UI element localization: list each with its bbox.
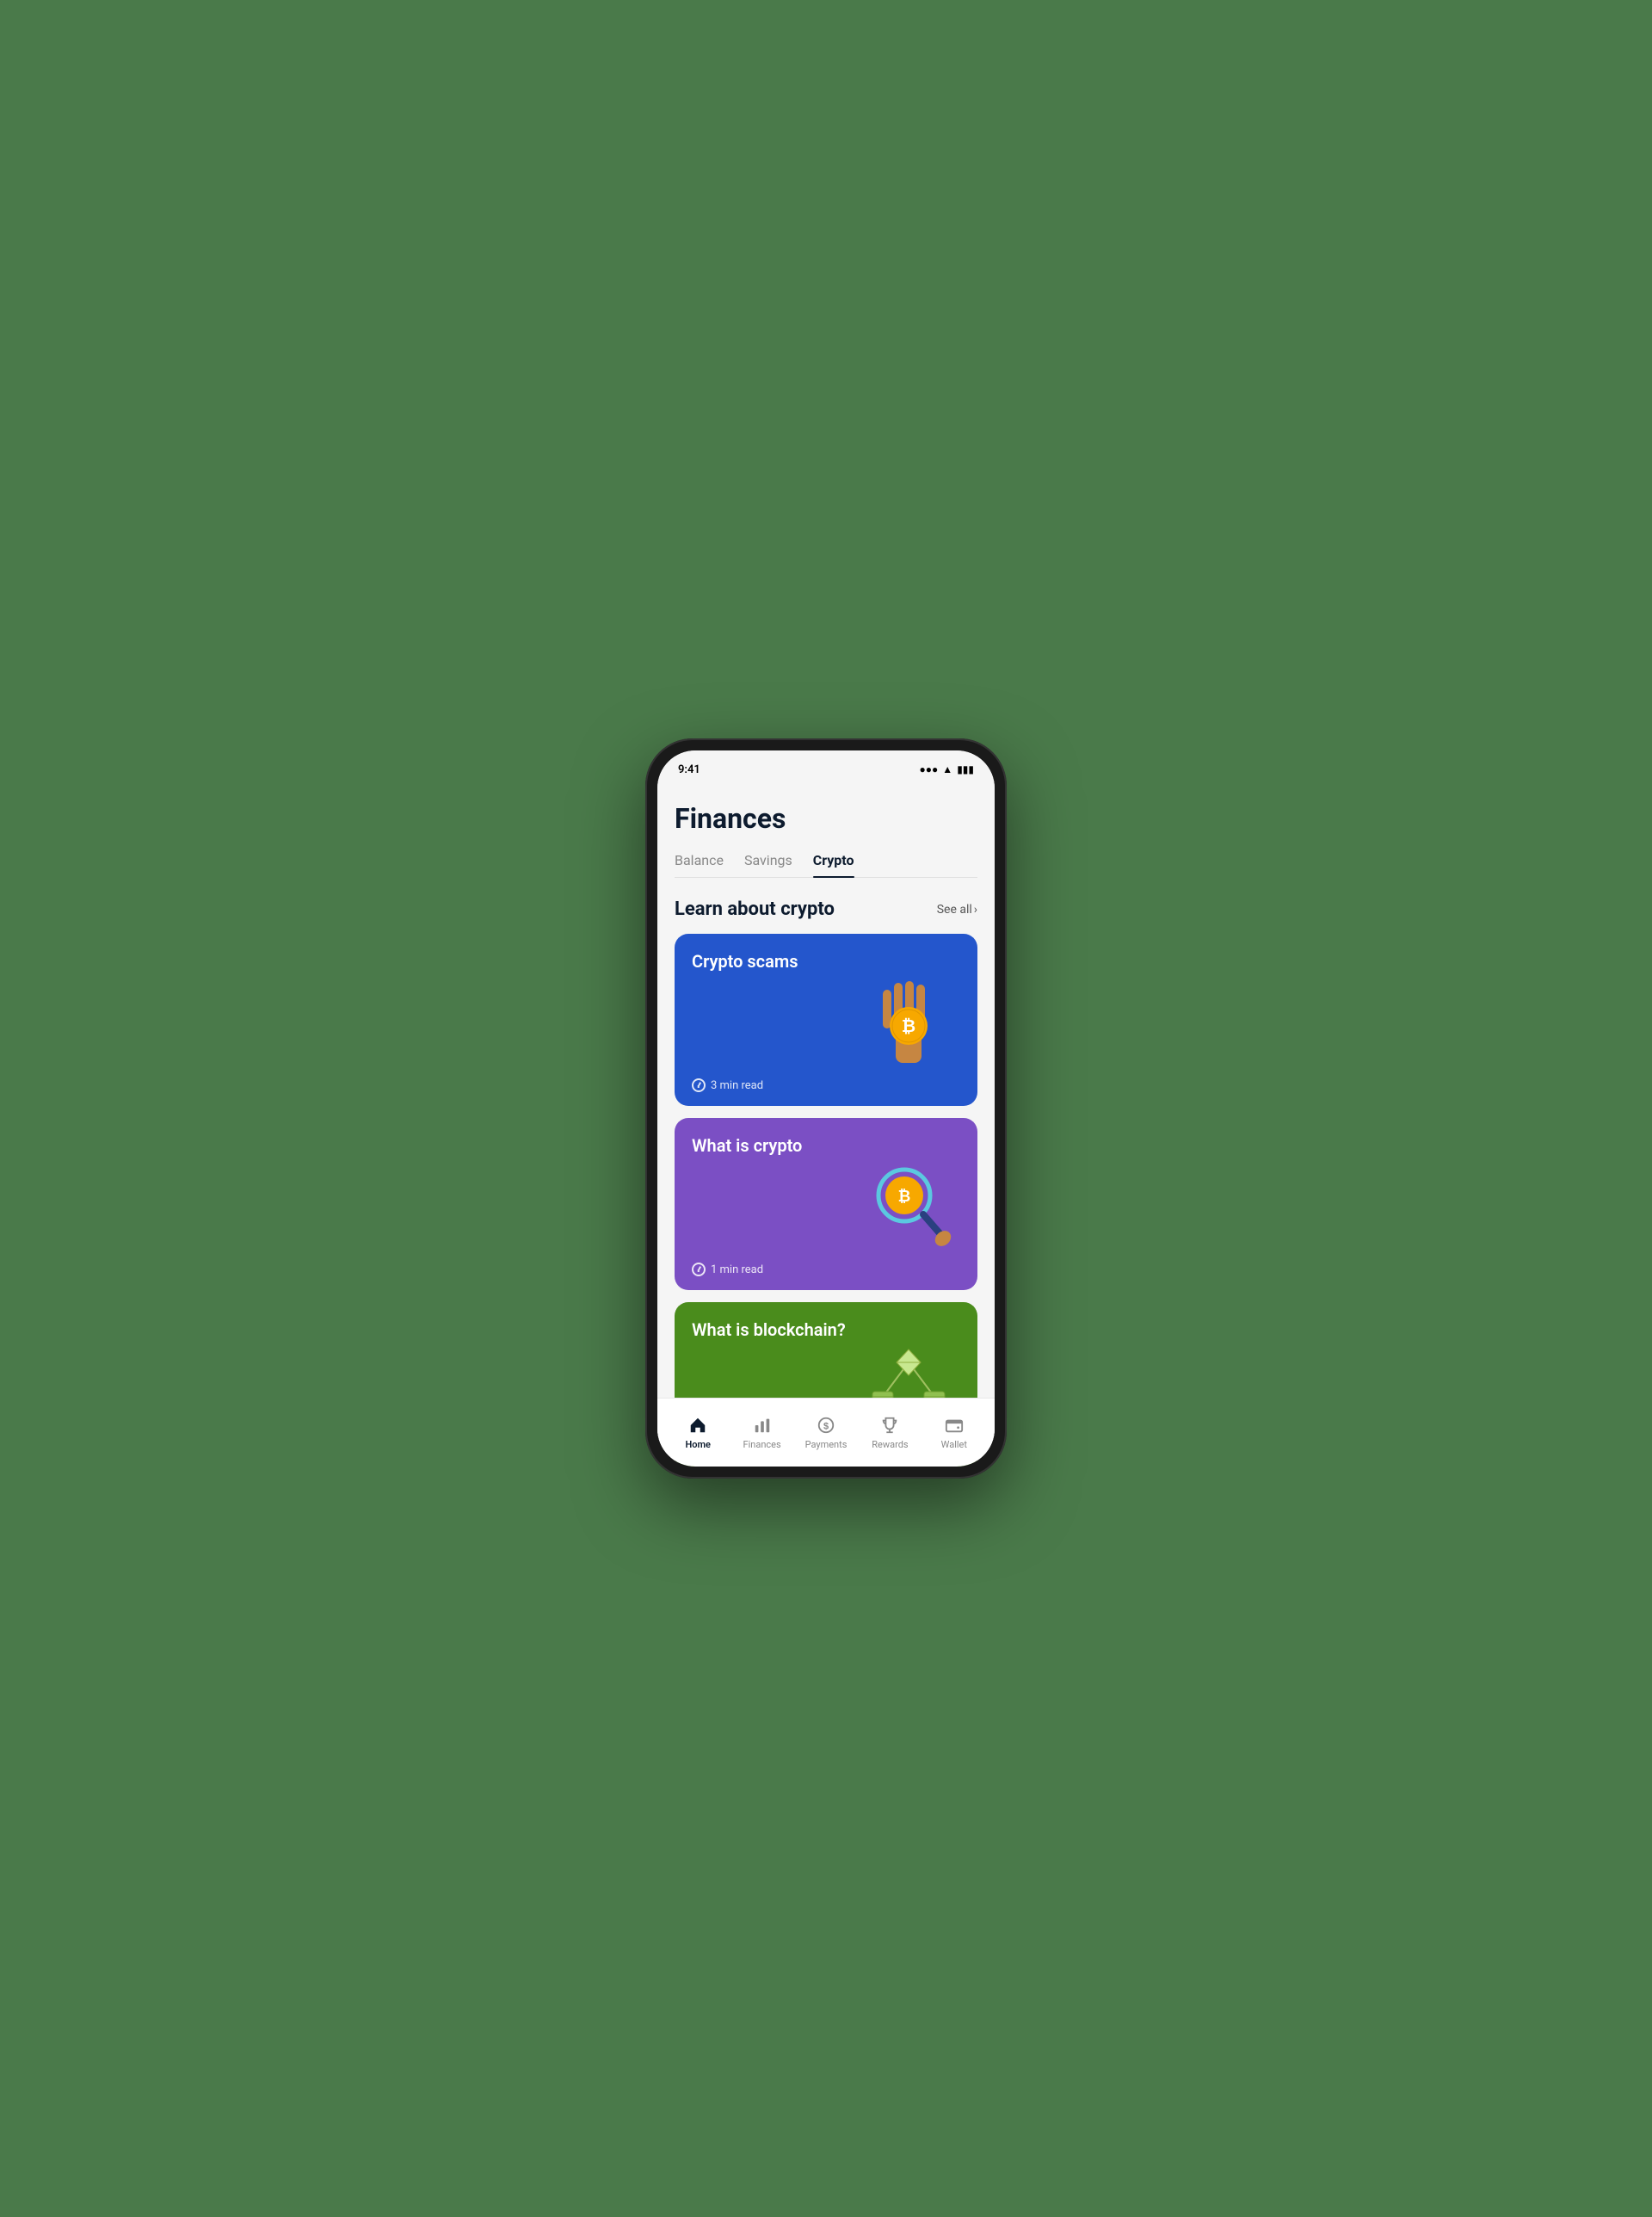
- magnifier-bitcoin-illustration: ₿: [840, 1118, 977, 1290]
- tab-balance[interactable]: Balance: [675, 852, 724, 877]
- card-content: Crypto scams: [675, 934, 977, 1106]
- battery-icon: ▮▮▮: [957, 763, 974, 775]
- clock-icon: [692, 1078, 706, 1092]
- section-header: Learn about crypto See all ›: [675, 899, 977, 920]
- card-content: What is crypto ₿: [675, 1118, 977, 1290]
- clock-icon: [692, 1263, 706, 1276]
- tab-crypto[interactable]: Crypto: [813, 852, 854, 877]
- tabs-container: Balance Savings Crypto: [675, 852, 977, 878]
- read-time: 1 min read: [711, 1263, 763, 1276]
- bar-chart-icon: [752, 1415, 773, 1436]
- nav-item-wallet[interactable]: Wallet: [922, 1415, 986, 1450]
- card-crypto-scams[interactable]: Crypto scams: [675, 934, 977, 1106]
- page-title: Finances: [675, 802, 977, 835]
- status-icons: ●●● ▲ ▮▮▮: [920, 763, 974, 775]
- nav-label-rewards: Rewards: [872, 1439, 908, 1450]
- home-icon: [687, 1415, 708, 1436]
- see-all-link[interactable]: See all ›: [937, 903, 977, 917]
- main-content: Finances Balance Savings Crypto Learn ab…: [657, 788, 995, 1467]
- read-time: 3 min read: [711, 1079, 763, 1092]
- dollar-icon: $: [816, 1415, 836, 1436]
- svg-text:₿: ₿: [902, 1017, 915, 1036]
- wallet-icon: [944, 1415, 965, 1436]
- svg-text:₿: ₿: [898, 1188, 911, 1205]
- card-what-is-crypto[interactable]: What is crypto ₿: [675, 1118, 977, 1290]
- trophy-icon: [879, 1415, 900, 1436]
- nav-item-finances[interactable]: Finances: [730, 1415, 793, 1450]
- bottom-nav: Home Finances $: [657, 1398, 995, 1467]
- nav-item-payments[interactable]: $ Payments: [794, 1415, 858, 1450]
- nav-item-home[interactable]: Home: [666, 1415, 730, 1450]
- card-meta: 3 min read: [692, 1078, 763, 1092]
- hand-bitcoin-illustration: ₿: [840, 934, 977, 1106]
- phone-screen: 9:41 ●●● ▲ ▮▮▮ Finances Balance Savings …: [657, 750, 995, 1467]
- chevron-right-icon: ›: [974, 903, 977, 917]
- section-title: Learn about crypto: [675, 899, 835, 920]
- wifi-icon: ▲: [942, 763, 952, 775]
- status-time: 9:41: [678, 763, 700, 776]
- signal-icon: ●●●: [920, 763, 939, 775]
- nav-item-rewards[interactable]: Rewards: [858, 1415, 922, 1450]
- card-meta: 1 min read: [692, 1263, 763, 1276]
- phone-frame: 9:41 ●●● ▲ ▮▮▮ Finances Balance Savings …: [645, 738, 1007, 1479]
- nav-label-home: Home: [685, 1439, 711, 1450]
- nav-label-wallet: Wallet: [941, 1439, 967, 1450]
- nav-label-finances: Finances: [743, 1439, 781, 1450]
- tab-savings[interactable]: Savings: [744, 852, 792, 877]
- status-bar: 9:41 ●●● ▲ ▮▮▮: [657, 750, 995, 788]
- svg-text:$: $: [823, 1422, 829, 1432]
- nav-label-payments: Payments: [805, 1439, 848, 1450]
